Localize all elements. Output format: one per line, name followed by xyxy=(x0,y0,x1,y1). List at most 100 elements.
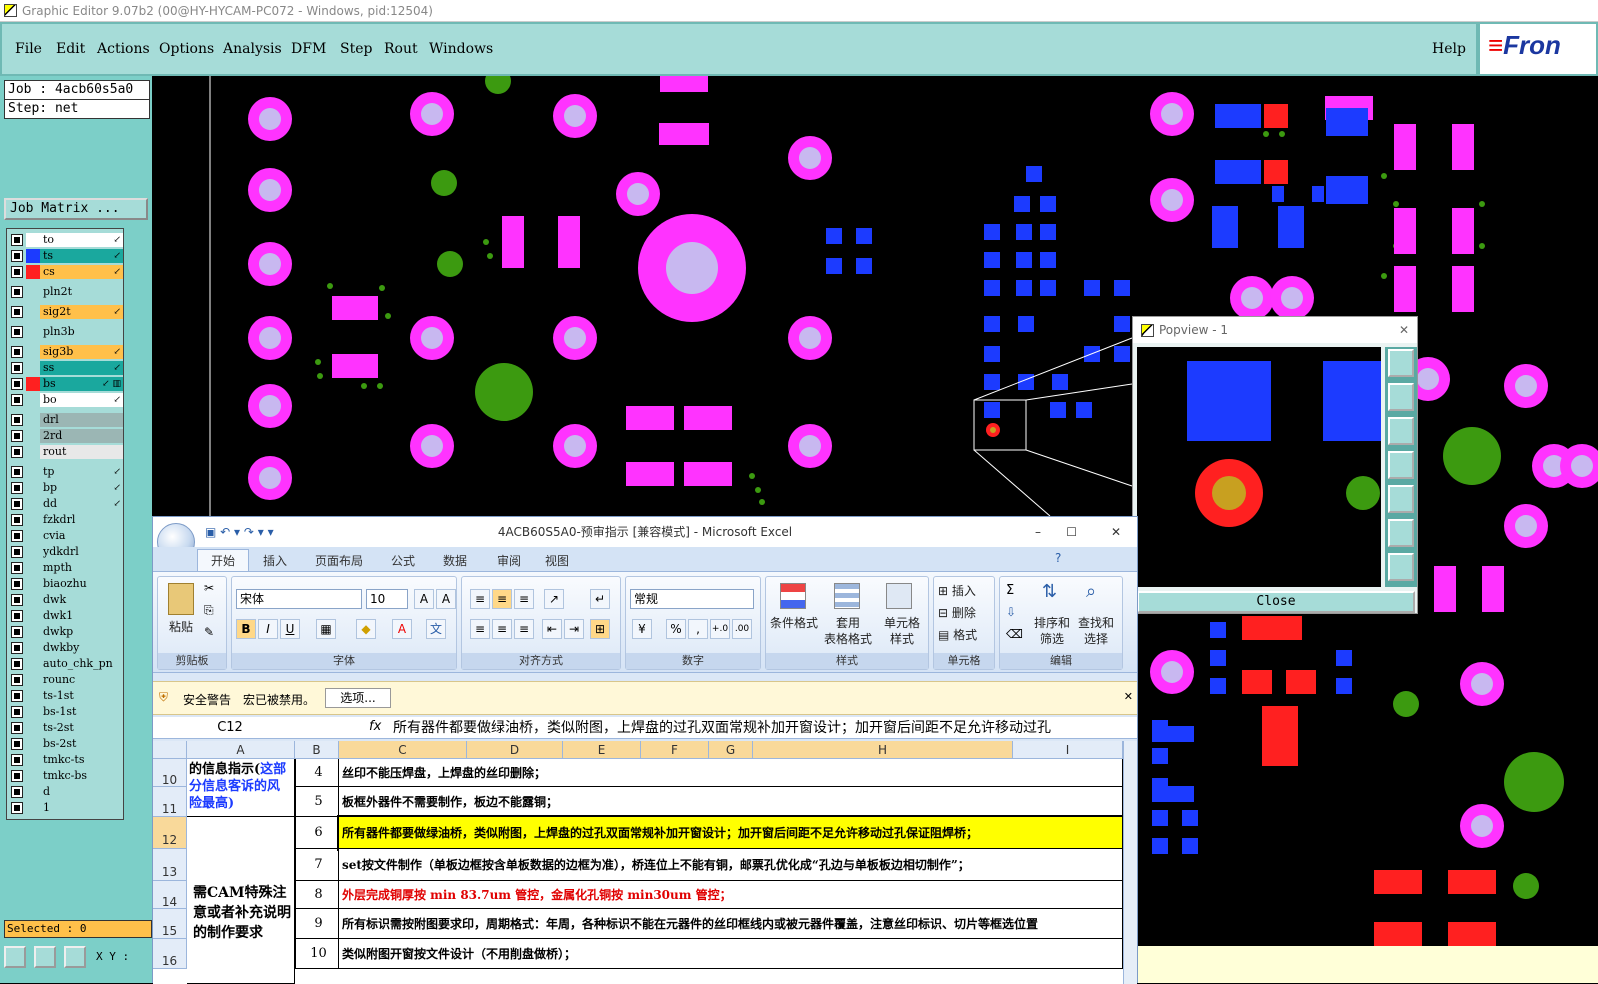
align-top-icon[interactable]: ≡ xyxy=(470,589,490,609)
layer-color-swatch[interactable] xyxy=(26,377,40,391)
autosum-icon[interactable]: Σ xyxy=(1006,583,1014,598)
decrease-decimal-icon[interactable]: .00 xyxy=(732,619,752,639)
align-middle-icon[interactable]: ≡ xyxy=(492,589,512,609)
format-painter-icon[interactable]: ✎ xyxy=(204,625,214,639)
layer-row-cvia[interactable]: cvia xyxy=(9,529,123,543)
cell-b-row-13[interactable]: 7 xyxy=(295,849,339,881)
increase-indent-icon[interactable]: ⇥ xyxy=(564,619,584,639)
layer-color-swatch[interactable] xyxy=(26,769,40,783)
layer-name[interactable]: ts-2st xyxy=(40,721,123,735)
layer-checkbox[interactable] xyxy=(11,546,23,558)
merge-center-icon[interactable]: ⊞ xyxy=(590,619,610,639)
layer-name[interactable]: fzkdrl xyxy=(40,513,123,527)
table-format-icon[interactable] xyxy=(834,583,860,609)
layer-checkbox[interactable] xyxy=(11,286,23,298)
layer-row-sig2t[interactable]: sig2t ↙ xyxy=(9,305,123,319)
layer-checkbox[interactable] xyxy=(11,578,23,590)
layer-name[interactable]: sig2t ↙ xyxy=(40,305,123,319)
layer-name[interactable]: dwk xyxy=(40,593,123,607)
layer-row-biaozhu[interactable]: biaozhu xyxy=(9,577,123,591)
layer-row-rout[interactable]: rout xyxy=(9,445,123,459)
layer-row-rounc[interactable]: rounc xyxy=(9,673,123,687)
layer-name[interactable]: 2rd xyxy=(40,429,123,443)
layer-color-swatch[interactable] xyxy=(26,641,40,655)
layer-name[interactable]: pln2t xyxy=(40,285,123,299)
layer-color-swatch[interactable] xyxy=(26,593,40,607)
layer-row-bo[interactable]: bo ↙ xyxy=(9,393,123,407)
column-header-I[interactable]: I xyxy=(1013,741,1123,759)
row-header-16[interactable]: 16 xyxy=(153,939,187,969)
border-icon[interactable]: ▦ xyxy=(316,619,336,639)
maximize-icon[interactable]: ☐ xyxy=(1066,517,1077,547)
comma-icon[interactable]: , xyxy=(688,619,708,639)
layer-color-swatch[interactable] xyxy=(26,545,40,559)
layer-color-swatch[interactable] xyxy=(26,413,40,427)
layer-color-swatch[interactable] xyxy=(26,609,40,623)
row-header-10[interactable]: 10 xyxy=(153,759,187,787)
layer-name[interactable]: dwkby xyxy=(40,641,123,655)
cell-c-row-13[interactable]: set按文件制作（单板边框按含单板数据的边框为准），桥连位上不能有铜，邮票孔优化… xyxy=(339,849,1123,881)
layer-checkbox[interactable] xyxy=(11,802,23,814)
layer-checkbox[interactable] xyxy=(11,626,23,638)
column-header-E[interactable]: E xyxy=(563,741,641,759)
tab-page-layout[interactable]: 页面布局 xyxy=(315,552,363,569)
cell-b-row-15[interactable]: 9 xyxy=(295,909,339,939)
orientation-icon[interactable]: ↗ xyxy=(544,589,564,609)
layer-name[interactable]: dd ↙ xyxy=(40,497,123,511)
cell-b-row-10[interactable]: 4 xyxy=(295,759,339,787)
layer-color-swatch[interactable] xyxy=(26,249,40,263)
quick-access-toolbar[interactable]: ▣ ↶ ▾ ↷ ▾ ▾ xyxy=(205,517,274,547)
layer-name[interactable]: bp ↙ xyxy=(40,481,123,495)
cell-b-row-14[interactable]: 8 xyxy=(295,881,339,909)
layer-row-drl[interactable]: drl xyxy=(9,413,123,427)
font-color-icon[interactable]: A xyxy=(392,619,412,639)
column-header-D[interactable]: D xyxy=(467,741,563,759)
layer-name[interactable]: d xyxy=(40,785,123,799)
column-header-C[interactable]: C xyxy=(339,741,467,759)
popview-close-button[interactable]: Close xyxy=(1137,591,1415,613)
tab-data[interactable]: 数据 xyxy=(443,552,467,569)
layer-checkbox[interactable] xyxy=(11,430,23,442)
security-options-button[interactable]: 选项... xyxy=(325,688,391,708)
menu-step[interactable]: Step xyxy=(340,41,372,57)
decrease-indent-icon[interactable]: ⇤ xyxy=(542,619,562,639)
security-close-icon[interactable]: ✕ xyxy=(1124,690,1133,703)
layer-row-bs-2st[interactable]: bs-2st xyxy=(9,737,123,751)
layer-name[interactable]: bs-2st xyxy=(40,737,123,751)
format-cells-button[interactable]: ▤ 格式 xyxy=(938,627,990,643)
layer-row-sig3b[interactable]: sig3b ↙ xyxy=(9,345,123,359)
layer-checkbox[interactable] xyxy=(11,446,23,458)
layer-row-auto_chk_pn[interactable]: auto_chk_pn xyxy=(9,657,123,671)
layer-checkbox[interactable] xyxy=(11,706,23,718)
layer-color-swatch[interactable] xyxy=(26,481,40,495)
pan-left-icon[interactable] xyxy=(1388,451,1414,479)
layer-checkbox[interactable] xyxy=(11,770,23,782)
layer-name[interactable]: bo ↙ xyxy=(40,393,123,407)
layer-name[interactable]: bs-1st xyxy=(40,705,123,719)
layer-name[interactable]: bs ↙ ▥ xyxy=(40,377,123,391)
align-right-icon[interactable]: ≡ xyxy=(514,619,534,639)
find-select-button[interactable]: 查找和 选择 xyxy=(1074,615,1118,647)
row-header-12[interactable]: 12 xyxy=(153,817,187,849)
column-header-F[interactable]: F xyxy=(641,741,709,759)
cell-c-row-12[interactable]: 所有器件都要做绿油桥，类似附图，上焊盘的过孔双面常规补加开窗设计；加开窗后间距不… xyxy=(337,815,1123,851)
minimize-icon[interactable]: – xyxy=(1035,517,1041,547)
layer-checkbox[interactable] xyxy=(11,266,23,278)
layer-checkbox[interactable] xyxy=(11,530,23,542)
layer-color-swatch[interactable] xyxy=(26,561,40,575)
layer-checkbox[interactable] xyxy=(11,754,23,766)
layer-name[interactable]: ts ↙ xyxy=(40,249,123,263)
cell-style-button[interactable]: 单元格 样式 xyxy=(874,615,930,647)
grid-tool-icon[interactable] xyxy=(64,946,86,968)
layer-checkbox[interactable] xyxy=(11,562,23,574)
layer-checkbox[interactable] xyxy=(11,414,23,426)
sort-filter-icon[interactable]: ⇅ xyxy=(1042,581,1057,602)
layer-checkbox[interactable] xyxy=(11,594,23,606)
font-size-select[interactable]: 10 xyxy=(366,589,408,609)
layer-row-ts-2st[interactable]: ts-2st xyxy=(9,721,123,735)
table-format-button[interactable]: 套用 表格格式 xyxy=(820,615,876,647)
layer-color-swatch[interactable] xyxy=(26,285,40,299)
layer-checkbox[interactable] xyxy=(11,722,23,734)
layer-checkbox[interactable] xyxy=(11,514,23,526)
measure-tool-icon[interactable] xyxy=(34,946,56,968)
